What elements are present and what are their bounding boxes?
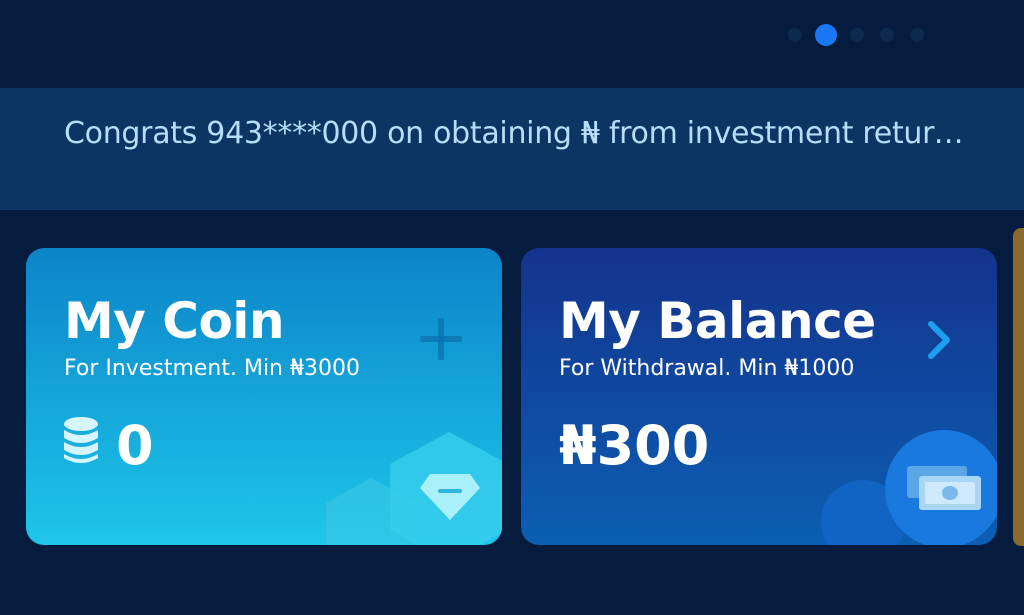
my-coin-card[interactable]: My Coin For Investment. Min ₦3000 0 — [26, 248, 502, 545]
carousel-dot[interactable] — [880, 28, 894, 42]
money-icon — [907, 466, 981, 510]
carousel-dot-active[interactable] — [815, 24, 837, 46]
carousel-indicator — [788, 24, 924, 46]
my-balance-card[interactable]: My Balance For Withdrawal. Min ₦1000 ₦30… — [521, 248, 997, 545]
plus-icon[interactable] — [418, 316, 464, 362]
coin-stack-icon — [64, 417, 98, 463]
carousel-dot[interactable] — [910, 28, 924, 42]
my-coin-subtitle: For Investment. Min ₦3000 — [64, 356, 360, 381]
diamond-icon — [420, 474, 480, 520]
my-balance-subtitle: For Withdrawal. Min ₦1000 — [559, 356, 855, 381]
my-balance-value: ₦300 — [559, 414, 710, 477]
next-card-edge[interactable] — [1013, 228, 1024, 546]
carousel-dot[interactable] — [850, 28, 864, 42]
carousel-dot[interactable] — [788, 28, 802, 42]
my-balance-title: My Balance — [559, 292, 876, 350]
my-coin-title: My Coin — [64, 292, 285, 350]
chevron-right-icon[interactable] — [925, 318, 953, 362]
my-coin-value: 0 — [116, 414, 154, 477]
announcement-text: Congrats 943****000 on obtaining ₦ from … — [64, 116, 974, 151]
